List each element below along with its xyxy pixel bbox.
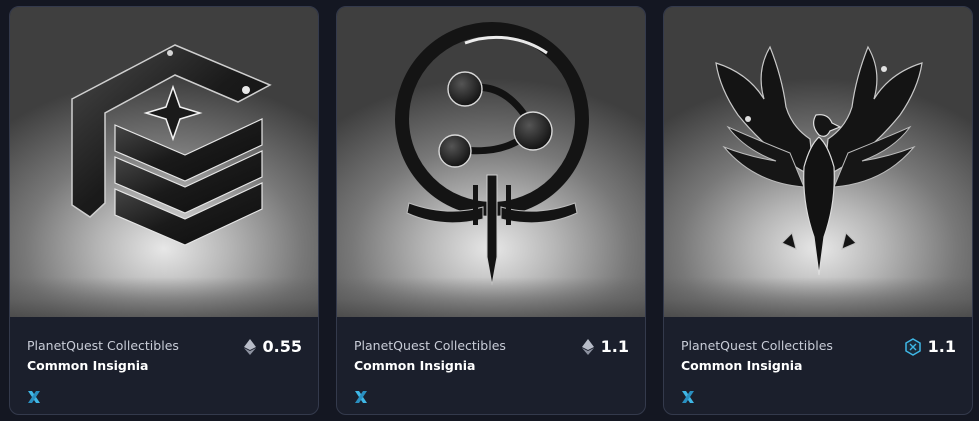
insignia-orb-sword-art <box>395 22 589 286</box>
nft-image-orb-sword[interactable] <box>337 7 645 317</box>
price-value: 1.1 <box>600 337 629 356</box>
price-value: 0.55 <box>262 337 302 356</box>
eth-icon <box>581 338 594 355</box>
nft-title: Common Insignia <box>27 358 149 373</box>
collection-name: PlanetQuest Collectibles <box>681 338 833 353</box>
nft-card[interactable]: PlanetQuest Collectibles Common Insignia… <box>336 6 646 415</box>
insignia-eagle-art <box>715 45 923 276</box>
nft-title: Common Insignia <box>354 358 476 373</box>
eth-icon <box>243 338 256 355</box>
price: 1.1 <box>581 337 629 356</box>
insignia-chevron-star-art <box>71 44 272 246</box>
nft-card[interactable]: PlanetQuest Collectibles Common Insignia… <box>663 6 973 415</box>
price-value: 1.1 <box>927 337 956 356</box>
nft-image-eagle[interactable] <box>664 7 972 317</box>
immutable-x-icon <box>682 391 694 403</box>
nft-card[interactable]: PlanetQuest Collectibles Common Insignia… <box>9 6 319 415</box>
price: 1.1 <box>904 337 956 356</box>
price: 0.55 <box>243 337 302 356</box>
immutable-x-icon <box>28 391 40 403</box>
collection-name: PlanetQuest Collectibles <box>27 338 179 353</box>
nft-title: Common Insignia <box>681 358 803 373</box>
collection-name: PlanetQuest Collectibles <box>354 338 506 353</box>
imx-token-icon <box>904 337 921 356</box>
nft-image-chevron-star[interactable] <box>10 7 318 317</box>
immutable-x-icon <box>355 391 367 403</box>
